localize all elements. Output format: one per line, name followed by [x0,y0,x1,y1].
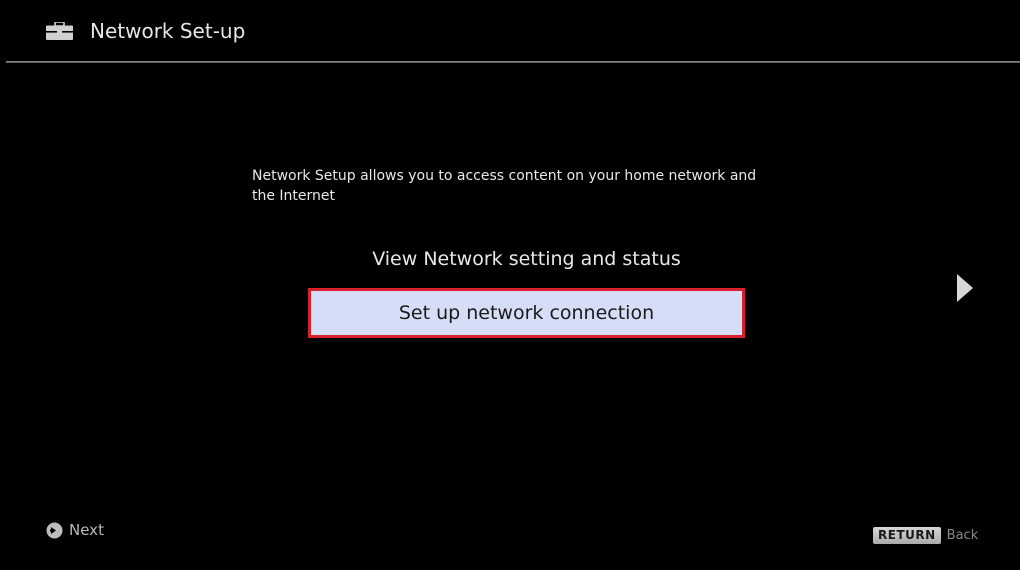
return-key-badge: RETURN [873,527,941,544]
header: Network Set-up [0,0,1020,63]
footer-next-hint: Next [46,520,104,540]
back-label: Back [946,528,979,543]
circle-arrow-right-icon [46,522,63,538]
toolbox-icon [46,22,73,40]
footer-back-hint: RETURN Back [873,526,978,545]
chevron-right-icon[interactable] [957,274,973,302]
view-network-status-option[interactable]: View Network setting and status [308,242,745,276]
network-setup-screen: Network Set-up Network Setup allows you … [0,0,1020,570]
next-label: Next [69,521,104,539]
description-text: Network Setup allows you to access conte… [252,168,757,204]
page-title: Network Set-up [90,19,246,43]
header-divider [6,61,1020,63]
setup-network-connection-option[interactable]: Set up network connection [308,288,745,338]
